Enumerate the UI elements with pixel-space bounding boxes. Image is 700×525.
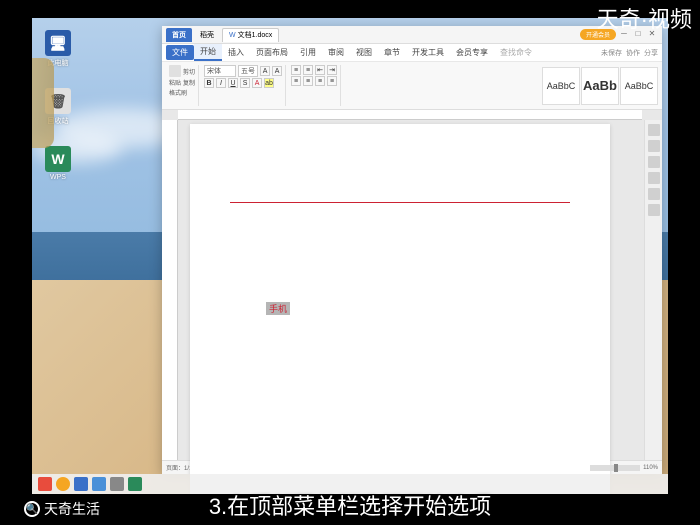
ribbon-clipboard: 剪切 粘贴复制 格式刷: [166, 65, 199, 106]
font-color-button[interactable]: A: [252, 78, 262, 88]
paste-icon[interactable]: [169, 65, 181, 77]
ribbon-styles: AaBbC AaBb AaBbC: [542, 65, 658, 106]
sidebar-nav-icon[interactable]: [648, 124, 660, 136]
ruler-horizontal[interactable]: [178, 110, 642, 120]
grow-font-button[interactable]: A: [260, 66, 270, 76]
sidebar-tool-icon[interactable]: [648, 188, 660, 200]
number-list-button[interactable]: ≡: [303, 65, 313, 75]
ribbon-font: 宋体 五号 A A B I U S A ab: [201, 65, 286, 106]
ribbon-paragraph: ≡ ≡ ⇤ ⇥ ≡ ≡ ≡ ≡: [288, 65, 341, 106]
copy-button[interactable]: 复制: [183, 78, 195, 87]
wps-window: 首页 稻壳 W文档1.docx 开通会员 ─ □ ✕ 文件 开始 插入 页面布局…: [162, 26, 662, 474]
sidebar-tool-icon[interactable]: [648, 172, 660, 184]
taskbar-start-icon[interactable]: [38, 477, 52, 491]
bullet-list-button[interactable]: ≡: [291, 65, 301, 75]
tab-home[interactable]: 首页: [166, 28, 192, 42]
indent-left-button[interactable]: ⇤: [315, 65, 325, 75]
menu-dev[interactable]: 开发工具: [406, 45, 450, 60]
style-normal[interactable]: AaBbC: [542, 67, 580, 105]
underline-button[interactable]: U: [228, 78, 238, 88]
share-button[interactable]: 分享: [644, 48, 658, 58]
indent-right-button[interactable]: ⇥: [327, 65, 337, 75]
align-center-button[interactable]: ≡: [303, 76, 313, 86]
document-area: 手机: [162, 110, 662, 460]
desktop-icon-wps[interactable]: WWPS: [42, 146, 74, 188]
highlight-button[interactable]: ab: [264, 78, 274, 88]
doc-title: 文档1.docx: [238, 30, 273, 40]
desktop-screen: 🖥此电脑 🗑回收站 WWPS 首页 稻壳 W文档1.docx 开通会员 ─ □ …: [32, 18, 668, 494]
document-page[interactable]: 手机: [190, 124, 610, 494]
sidebar-limit-icon[interactable]: [648, 156, 660, 168]
cut-button[interactable]: 剪切: [183, 67, 195, 76]
style-heading2[interactable]: AaBbC: [620, 67, 658, 105]
menu-view[interactable]: 视图: [350, 45, 378, 60]
menu-review[interactable]: 审阅: [322, 45, 350, 60]
strike-button[interactable]: S: [240, 78, 250, 88]
zoom-slider[interactable]: [590, 465, 640, 471]
align-right-button[interactable]: ≡: [315, 76, 325, 86]
taskbar-icon[interactable]: [74, 477, 88, 491]
format-painter-button[interactable]: 格式刷: [169, 88, 187, 97]
italic-button[interactable]: I: [216, 78, 226, 88]
menubar: 文件 开始 插入 页面布局 引用 审阅 视图 章节 开发工具 会员专享 查找命令…: [162, 44, 662, 62]
subtitle-text: 3.在顶部菜单栏选择开始选项: [209, 489, 491, 521]
menu-insert[interactable]: 插入: [222, 45, 250, 60]
zoom-value[interactable]: 110%: [643, 465, 658, 471]
taskbar-icon[interactable]: [56, 477, 70, 491]
collab-button[interactable]: 协作: [626, 48, 640, 58]
right-sidebar: [644, 120, 662, 460]
watermark-bottom-left: 🔍天奇生活: [24, 499, 100, 519]
menu-tools[interactable]: 会员专享: [450, 45, 494, 60]
taskbar-icon[interactable]: [110, 477, 124, 491]
wallpaper-plant: [32, 58, 54, 148]
ribbon: 剪切 粘贴复制 格式刷 宋体 五号 A A B I U S A ab: [162, 62, 662, 110]
tablet-frame: 🖥此电脑 🗑回收站 WWPS 首页 稻壳 W文档1.docx 开通会员 ─ □ …: [10, 0, 690, 512]
align-left-button[interactable]: ≡: [291, 76, 301, 86]
selected-text[interactable]: 手机: [266, 302, 290, 315]
ruler-vertical[interactable]: [162, 120, 178, 460]
menu-file[interactable]: 文件: [166, 45, 194, 60]
size-select[interactable]: 五号: [238, 65, 258, 77]
taskbar-icon[interactable]: [128, 477, 142, 491]
logo-icon: 🔍: [24, 501, 40, 517]
bold-button[interactable]: B: [204, 78, 214, 88]
status-page[interactable]: 页面：1/1: [166, 463, 192, 472]
document-hr: [230, 202, 570, 203]
icon-label: WPS: [42, 174, 74, 181]
menu-layout[interactable]: 页面布局: [250, 45, 294, 60]
menu-start[interactable]: 开始: [194, 44, 222, 61]
menu-section[interactable]: 章节: [378, 45, 406, 60]
style-heading1[interactable]: AaBb: [581, 67, 619, 105]
watermark-top-right: 天奇·视频: [597, 2, 692, 34]
menu-search[interactable]: 查找命令: [494, 45, 538, 60]
sidebar-select-icon[interactable]: [648, 140, 660, 152]
tab-document[interactable]: W文档1.docx: [222, 28, 279, 42]
taskbar-icon[interactable]: [92, 477, 106, 491]
menu-ref[interactable]: 引用: [294, 45, 322, 60]
tab-docer[interactable]: 稻壳: [194, 28, 220, 42]
font-select[interactable]: 宋体: [204, 65, 236, 77]
sidebar-tool-icon[interactable]: [648, 204, 660, 216]
paste-button[interactable]: 粘贴: [169, 78, 181, 87]
unsaved-label: 未保存: [601, 48, 622, 58]
titlebar: 首页 稻壳 W文档1.docx 开通会员 ─ □ ✕: [162, 26, 662, 44]
align-justify-button[interactable]: ≡: [327, 76, 337, 86]
shrink-font-button[interactable]: A: [272, 66, 282, 76]
